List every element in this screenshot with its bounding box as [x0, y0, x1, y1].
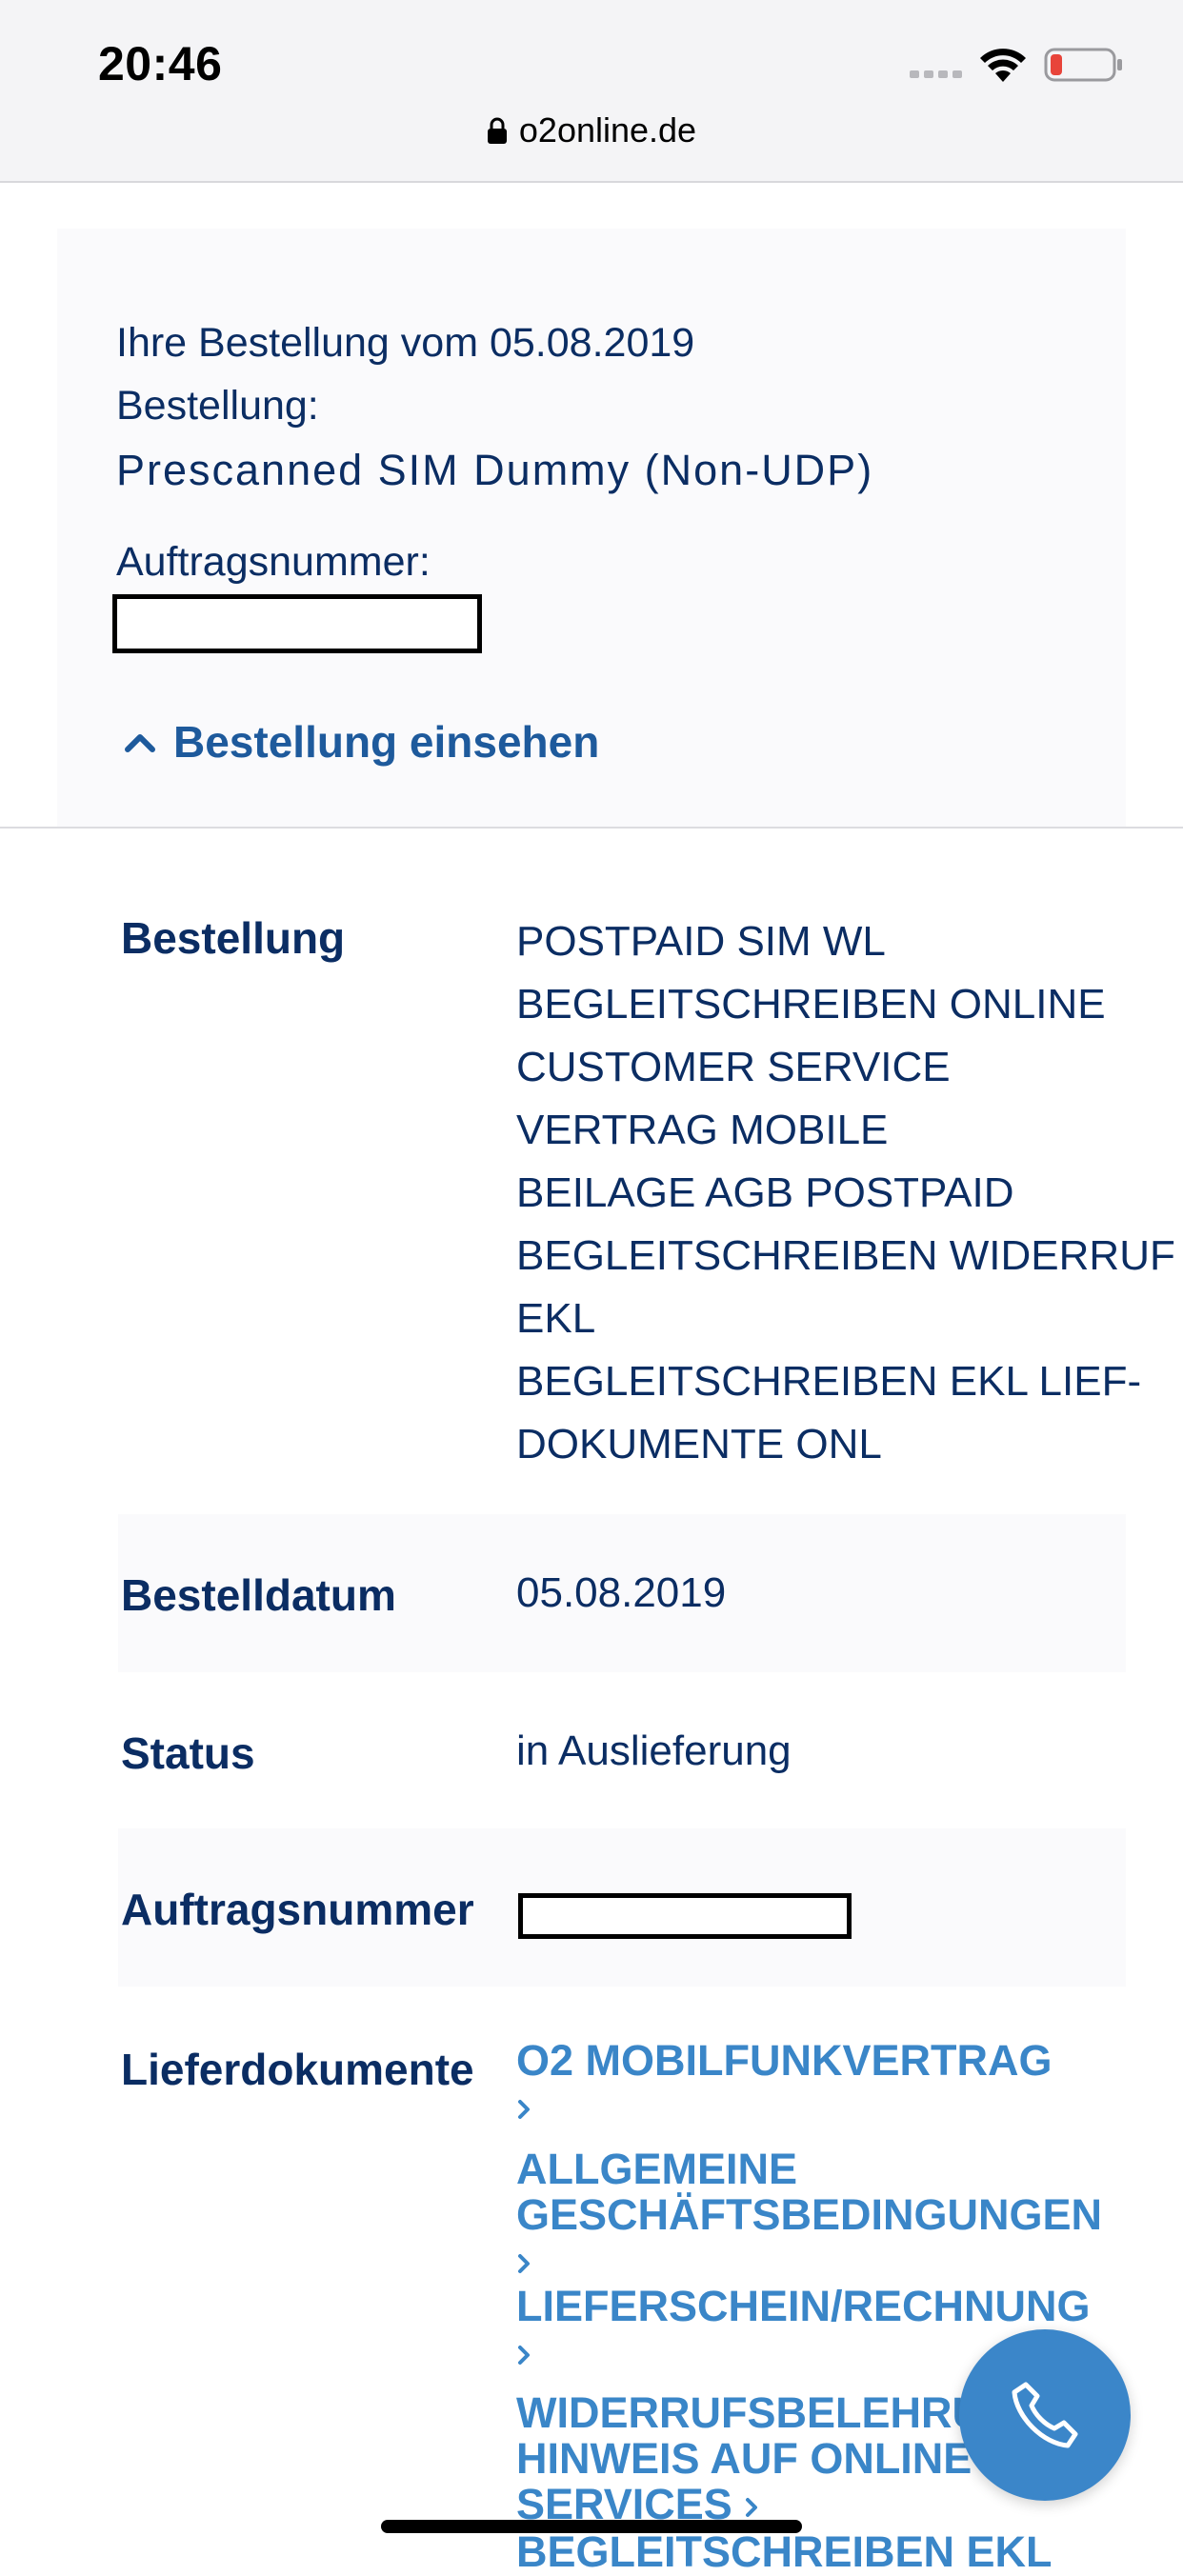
detail-row-documents: Lieferdokumente O2 MOBILFUNKVERTRAG ALLG…: [118, 1987, 1126, 2575]
document-link-agb[interactable]: ALLGEMEINE GESCHÄFTSBEDINGUNGEN: [516, 2147, 1102, 2284]
order-date-line: Ihre Bestellung vom 05.08.2019: [116, 320, 695, 366]
order-item: VERTRAG MOBILE: [516, 1107, 889, 1153]
chevron-right-icon: [518, 2254, 530, 2273]
document-link-label: WIDERRUFSBELEHRU: [516, 2388, 983, 2437]
order-item: BEGLEITSCHREIBEN ONLINE: [516, 981, 1106, 1028]
document-link-widerruf[interactable]: WIDERRUFSBELEHRU: [516, 2390, 983, 2436]
chevron-right-icon: [518, 2100, 530, 2119]
lock-icon: [487, 117, 507, 144]
redacted-order-number: [112, 594, 482, 653]
detail-label-date: Bestelldatum: [121, 1570, 396, 1620]
product-name: Prescanned SIM Dummy (Non-UDP): [116, 446, 874, 494]
detail-label-order: Bestellung: [121, 913, 346, 963]
address-bar[interactable]: o2online.de: [0, 110, 1183, 158]
document-link-label: O2 MOBILFUNKVERTRAG: [516, 2036, 1053, 2085]
order-item: POSTPAID SIM WL: [516, 918, 886, 965]
redacted-order-number-detail: [518, 1893, 852, 1939]
status-time: 20:46: [98, 37, 223, 90]
phone-icon: [1012, 2382, 1078, 2448]
detail-row-date: Bestelldatum 05.08.2019: [118, 1514, 1126, 1672]
url-text: o2online.de: [518, 110, 697, 150]
chevron-up-icon: [125, 734, 155, 752]
order-item: BEGLEITSCHREIBEN EKL LIEF-: [516, 1358, 1142, 1405]
detail-value-status: in Auslieferung: [516, 1727, 792, 1774]
order-item: BEGLEITSCHREIBEN WIDERRUF: [516, 1232, 1175, 1279]
chevron-right-icon: [746, 2498, 758, 2517]
order-summary-card: Ihre Bestellung vom 05.08.2019 Bestellun…: [57, 229, 1126, 827]
document-link-begleitschreiben[interactable]: BEGLEITSCHREIBEN EKL: [516, 2529, 1053, 2575]
browser-top-bar: 20:46 o2online.de: [0, 0, 1183, 183]
call-button[interactable]: [959, 2329, 1131, 2501]
detail-label-status: Status: [121, 1728, 255, 1778]
order-item: BEILAGE AGB POSTPAID: [516, 1169, 1014, 1216]
chevron-right-icon: [518, 2346, 530, 2365]
divider: [0, 827, 1183, 829]
wifi-icon: [980, 49, 1026, 82]
order-item: EKL: [516, 1295, 596, 1342]
document-link-label: ALLGEMEINE: [516, 2145, 798, 2193]
order-label: Bestellung:: [116, 383, 319, 429]
detail-row-order-number: Auftragsnummer: [118, 1828, 1126, 1987]
detail-value-date: 05.08.2019: [516, 1569, 727, 1616]
order-number-label: Auftragsnummer:: [116, 539, 431, 585]
order-items-list: POSTPAID SIM WL BEGLEITSCHREIBEN ONLINE …: [516, 910, 1175, 1476]
battery-icon: [1044, 48, 1122, 82]
order-item: DOKUMENTE ONL: [516, 1421, 882, 1468]
view-order-label: Bestellung einsehen: [173, 717, 600, 767]
view-order-toggle[interactable]: Bestellung einsehen: [124, 716, 599, 768]
signal-icon: [910, 70, 962, 78]
document-link-label: HINWEIS AUF ONLINE: [516, 2434, 972, 2483]
detail-row-order: Bestellung POSTPAID SIM WL BEGLEITSCHREI…: [118, 853, 1175, 1514]
document-link-label: GESCHÄFTSBEDINGUNGEN: [516, 2190, 1103, 2239]
order-item: CUSTOMER SERVICE: [516, 1044, 951, 1090]
document-link-label: BEGLEITSCHREIBEN EKL: [516, 2527, 1053, 2576]
home-indicator: [381, 2520, 802, 2533]
document-link-mobilfunkvertrag[interactable]: O2 MOBILFUNKVERTRAG: [516, 2038, 1053, 2129]
detail-label-documents: Lieferdokumente: [121, 2045, 474, 2094]
document-link-label: LIEFERSCHEIN/RECHNUNG: [516, 2282, 1091, 2330]
document-link-online-services[interactable]: HINWEIS AUF ONLINE SERVICES: [516, 2436, 972, 2527]
detail-label-order-number: Auftragsnummer: [121, 1885, 474, 1934]
detail-row-status: Status in Auslieferung: [118, 1672, 1126, 1828]
